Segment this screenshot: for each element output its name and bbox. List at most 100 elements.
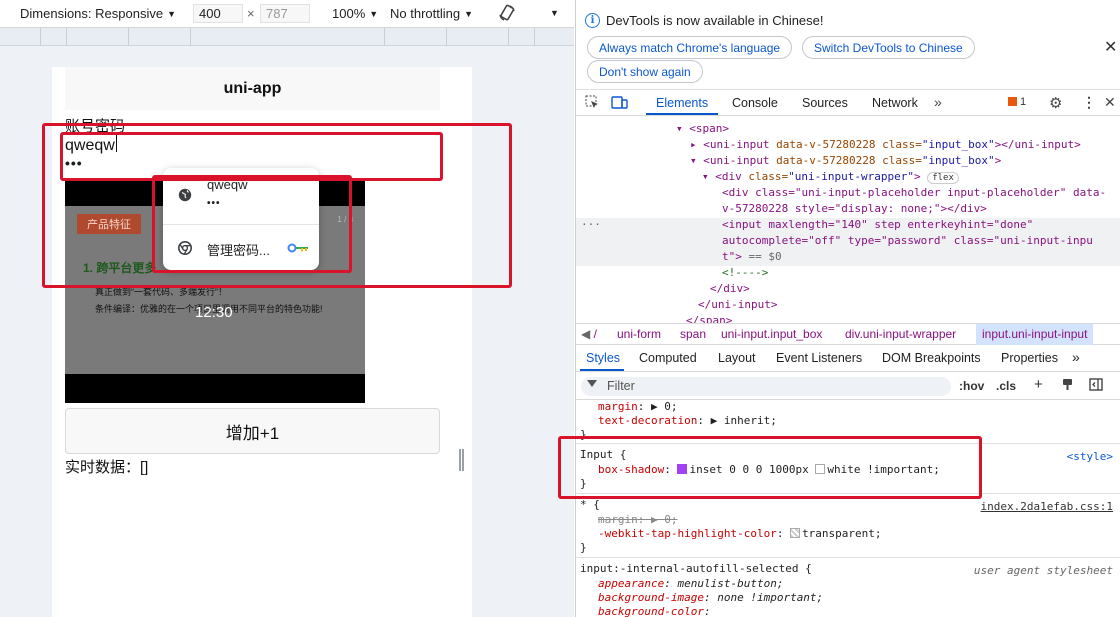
filter-input[interactable]: Filter xyxy=(581,377,951,396)
css-declaration-overridden[interactable]: margin: ▶ 0; xyxy=(598,513,678,526)
language-banner: i DevTools is now available in Chinese! … xyxy=(576,0,1120,90)
css-declaration: background-color: xyxy=(598,605,711,617)
dom-node-placeholder-cont: v-57280228 style="display: none;"></div> xyxy=(722,202,987,215)
chevron-down-icon: ▼ xyxy=(167,9,176,19)
gear-icon[interactable]: ⚙ xyxy=(1049,94,1062,112)
subtab-computed[interactable]: Computed xyxy=(639,351,697,365)
dom-node-comment[interactable]: <!----> xyxy=(722,266,768,282)
devtools-panel: i DevTools is now available in Chinese! … xyxy=(558,0,1120,617)
dimensions-select[interactable]: Dimensions: Responsive ▼ xyxy=(20,6,176,21)
node-ellipsis: ··· xyxy=(581,218,601,231)
resize-handle[interactable] xyxy=(459,449,464,471)
cls-toggle[interactable]: .cls xyxy=(996,379,1016,393)
rule-close: } xyxy=(580,541,587,554)
sidebar-toggle-icon[interactable] xyxy=(1089,378,1103,394)
height-input[interactable]: 787 xyxy=(260,4,310,23)
width-input[interactable]: 400 xyxy=(193,4,243,23)
dom-node-input[interactable]: <input maxlength="140" step enterkeyhint… xyxy=(722,218,1033,234)
devtools-tabbar: Elements Console Sources Network » 1 ⚙ ⋮… xyxy=(576,90,1120,116)
dom-node-uni-input-close[interactable]: </uni-input> xyxy=(698,298,777,314)
dom-node-input-cont: autocomplete="off" type="password" class… xyxy=(722,234,1093,247)
css-declaration[interactable]: text-decoration: ▶ inherit; xyxy=(598,414,777,427)
always-match-language-button[interactable]: Always match Chrome's language xyxy=(587,36,793,59)
breadcrumb-item[interactable]: uni-input.input_box xyxy=(721,327,822,341)
rotate-icon[interactable] xyxy=(497,3,517,26)
tab-elements[interactable]: Elements xyxy=(656,96,708,110)
more-tabs-icon[interactable]: » xyxy=(934,94,942,110)
new-rule-icon[interactable]: + xyxy=(1034,376,1043,393)
dom-node-span[interactable]: ▾ <span> xyxy=(676,122,729,138)
hov-toggle[interactable]: :hov xyxy=(959,379,984,393)
styles-filter-bar: Filter :hov .cls + xyxy=(576,373,1120,400)
dom-node-wrapper[interactable]: ▾ <div class="uni-input-wrapper"> flex xyxy=(702,170,959,186)
chevron-down-icon: ▼ xyxy=(464,9,474,19)
more-options-icon[interactable]: ▼ xyxy=(550,8,559,18)
page-title: uni-app xyxy=(65,67,440,110)
styles-subtabs: Styles Computed Layout Event Listeners D… xyxy=(576,346,1120,372)
breadcrumb-item-active[interactable]: input.uni-input-input xyxy=(976,324,1094,345)
rule-source-style[interactable]: <style> xyxy=(1067,450,1113,463)
rule-selector-universal[interactable]: * { xyxy=(580,498,600,511)
device-emulation-pane: Dimensions: Responsive ▼ 400 × 787 100% ▼ … xyxy=(0,0,574,617)
dom-node-div-close[interactable]: </div> xyxy=(710,282,750,298)
media-query-ruler xyxy=(0,28,574,46)
info-icon: i xyxy=(585,13,600,28)
transparent-swatch[interactable] xyxy=(790,528,801,538)
dom-node-input-end: t"> == $0 xyxy=(722,250,782,263)
breadcrumb-item[interactable]: div.uni-input-wrapper xyxy=(845,327,956,341)
chevron-down-icon: ▼ xyxy=(369,9,379,19)
css-declaration: appearance: menulist-button; xyxy=(598,577,784,590)
subtab-dom-breakpoints[interactable]: DOM Breakpoints xyxy=(882,351,981,365)
close-icon[interactable]: ✕ xyxy=(1104,37,1117,57)
subtab-styles[interactable]: Styles xyxy=(586,351,620,365)
device-toolbar: Dimensions: Responsive ▼ 400 × 787 100% ▼ … xyxy=(0,0,574,28)
tab-console[interactable]: Console xyxy=(732,96,778,110)
kebab-menu-icon[interactable]: ⋮ xyxy=(1082,94,1096,111)
switch-to-chinese-button[interactable]: Switch DevTools to Chinese xyxy=(802,36,975,59)
css-declaration[interactable]: -webkit-tap-highlight-color: transparent… xyxy=(598,527,882,540)
rule-separator xyxy=(576,557,1120,558)
elements-tree: ▾ <span> ▸ <uni-input data-v-57280228 cl… xyxy=(576,117,1120,323)
active-subtab-indicator xyxy=(580,369,624,371)
subtab-event-listeners[interactable]: Event Listeners xyxy=(776,351,862,365)
breadcrumb-item[interactable]: uni-form xyxy=(617,327,661,341)
tab-sources[interactable]: Sources xyxy=(802,96,848,110)
highlight-box-autofill xyxy=(152,175,352,273)
active-tab-indicator xyxy=(646,113,718,115)
times-sign: × xyxy=(247,6,255,21)
flex-badge[interactable]: flex xyxy=(927,172,959,184)
dom-node-placeholder[interactable]: <div class="uni-input-placeholder input-… xyxy=(722,186,1106,202)
css-declaration: background-image: none !important; xyxy=(598,591,824,604)
dom-node-uni-input-1[interactable]: ▸ <uni-input data-v-57280228 class="inpu… xyxy=(690,138,1081,154)
css-declaration[interactable]: margin: ▶ 0; xyxy=(598,400,678,413)
rule-source-user-agent: user agent stylesheet xyxy=(973,564,1113,577)
styles-pane: margin: ▶ 0; text-decoration: ▶ inherit;… xyxy=(576,400,1120,617)
more-subtabs-icon[interactable]: » xyxy=(1072,349,1080,365)
paint-icon[interactable] xyxy=(1061,378,1074,394)
subtab-properties[interactable]: Properties xyxy=(1001,351,1058,365)
device-toolbar-icon[interactable] xyxy=(611,95,628,113)
video-time: 12:30 xyxy=(195,304,233,321)
breadcrumb-scroll-left[interactable]: ◀ / xyxy=(581,327,597,341)
highlight-box-box-shadow-rule xyxy=(558,436,982,499)
rule-source-css[interactable]: index.2da1efab.css:1 xyxy=(981,500,1113,513)
throttling-select[interactable]: No throttling ▼ xyxy=(390,6,473,21)
inspect-element-icon[interactable] xyxy=(585,95,600,113)
close-devtools-icon[interactable]: ✕ xyxy=(1104,94,1116,111)
breadcrumb: ◀ / uni-form span uni-input.input_box di… xyxy=(576,323,1120,345)
filter-icon xyxy=(587,380,597,387)
rule-selector-autofill[interactable]: input:-internal-autofill-selected { xyxy=(580,562,812,575)
tab-network[interactable]: Network xyxy=(872,96,918,110)
highlight-box-username xyxy=(60,132,443,181)
dom-node-span-close[interactable]: </span> xyxy=(686,314,732,323)
error-icon xyxy=(1008,97,1017,106)
banner-message: DevTools is now available in Chinese! xyxy=(606,13,824,28)
zoom-select[interactable]: 100% ▼ xyxy=(332,6,378,21)
dom-node-uni-input-2[interactable]: ▾ <uni-input data-v-57280228 class="inpu… xyxy=(690,154,1001,170)
add-one-button[interactable]: 增加+1 xyxy=(65,408,440,454)
realtime-data-text: 实时数据：[] xyxy=(65,459,149,476)
dont-show-again-button[interactable]: Don't show again xyxy=(587,60,703,83)
breadcrumb-item[interactable]: span xyxy=(680,327,706,341)
subtab-layout[interactable]: Layout xyxy=(718,351,756,365)
error-badge[interactable]: 1 xyxy=(1008,96,1026,108)
